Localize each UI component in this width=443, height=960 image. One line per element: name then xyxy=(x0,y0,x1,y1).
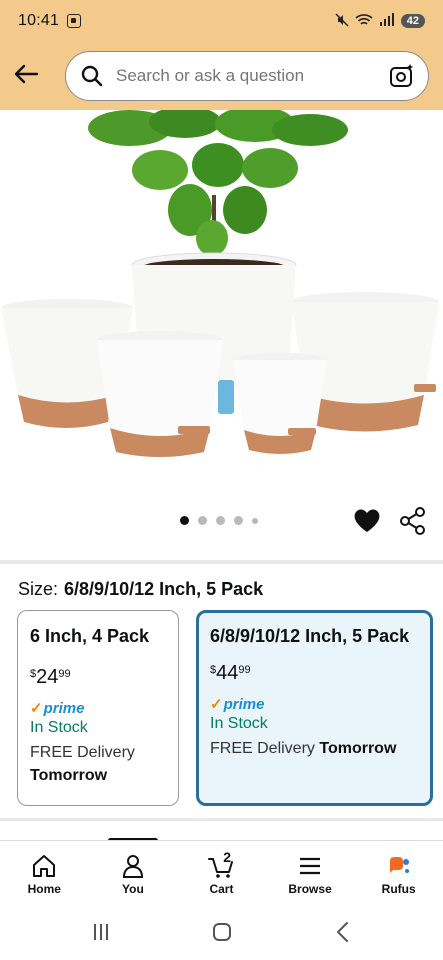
battery-indicator: 42 xyxy=(400,14,425,28)
prime-check-icon: ✓ xyxy=(30,700,43,717)
delivery-info: FREE Delivery Tomorrow xyxy=(30,744,135,784)
section-divider xyxy=(0,560,443,564)
rufus-icon xyxy=(389,857,409,873)
delivery-info: FREE Delivery Tomorrow xyxy=(210,740,397,757)
image-dot[interactable] xyxy=(252,517,258,524)
option-title: 6 Inch, 4 Pack xyxy=(30,626,150,646)
signal-icon xyxy=(379,12,395,30)
camera-lens-icon[interactable] xyxy=(388,62,416,90)
search-header xyxy=(0,42,443,110)
image-dot[interactable] xyxy=(234,516,243,525)
size-option-6-inch-4-pack[interactable]: 6 Inch, 4 Pack $24 99 ✓ prime In Stock FRE… xyxy=(17,610,179,806)
size-label-text: Size: xyxy=(18,579,59,599)
back-arrow-icon[interactable] xyxy=(12,60,40,88)
back-button-icon[interactable] xyxy=(330,919,356,945)
image-dot[interactable] xyxy=(180,516,189,525)
nav-rufus[interactable]: Rufus xyxy=(354,841,443,904)
heart-icon[interactable] xyxy=(352,506,382,534)
home-icon xyxy=(33,855,56,877)
screenshot-icon xyxy=(67,14,82,28)
search-input[interactable] xyxy=(116,66,388,86)
prime-badge: ✓ prime xyxy=(30,699,85,718)
option-price: $44 99 xyxy=(210,662,251,684)
status-bar: 10:41 42 xyxy=(0,0,443,42)
nav-browse[interactable]: Browse xyxy=(266,841,355,904)
image-dot[interactable] xyxy=(198,516,207,525)
home-button-icon[interactable] xyxy=(209,919,235,945)
stock-status: In Stock xyxy=(210,715,268,732)
image-pagination[interactable] xyxy=(180,516,258,525)
nav-you[interactable]: You xyxy=(89,841,178,904)
bottom-nav: Home You 2 Cart Browse Rufus xyxy=(0,840,443,904)
nav-home[interactable]: Home xyxy=(0,841,89,904)
option-title: 6/8/9/10/12 Inch, 5 Pack xyxy=(210,626,410,646)
wifi-icon xyxy=(355,13,373,30)
system-nav-bar xyxy=(0,904,443,960)
option-price: $24 99 xyxy=(30,666,71,688)
prime-check-icon: ✓ xyxy=(210,696,223,713)
search-icon xyxy=(81,65,103,87)
mute-icon xyxy=(335,12,349,30)
recent-apps-icon[interactable] xyxy=(88,919,114,945)
status-icons: 42 xyxy=(335,12,425,30)
cart-count-badge: 2 xyxy=(223,849,232,865)
image-dot[interactable] xyxy=(216,516,225,525)
share-icon[interactable] xyxy=(398,506,428,536)
product-image[interactable] xyxy=(0,110,443,480)
stock-status: In Stock xyxy=(30,719,88,736)
prime-badge: ✓ prime xyxy=(210,695,265,714)
person-icon xyxy=(122,855,143,878)
size-option-5-pack[interactable]: 6/8/9/10/12 Inch, 5 Pack $44 99 ✓ prime In… xyxy=(196,610,433,806)
nav-cart[interactable]: 2 Cart xyxy=(177,841,266,904)
size-selected-value: 6/8/9/10/12 Inch, 5 Pack xyxy=(64,579,264,599)
section-divider xyxy=(0,818,443,821)
menu-icon xyxy=(300,857,321,875)
size-label: Size: 6/8/9/10/12 Inch, 5 Pack xyxy=(18,579,263,600)
search-bar[interactable] xyxy=(65,51,429,101)
status-time: 10:41 xyxy=(18,12,60,29)
